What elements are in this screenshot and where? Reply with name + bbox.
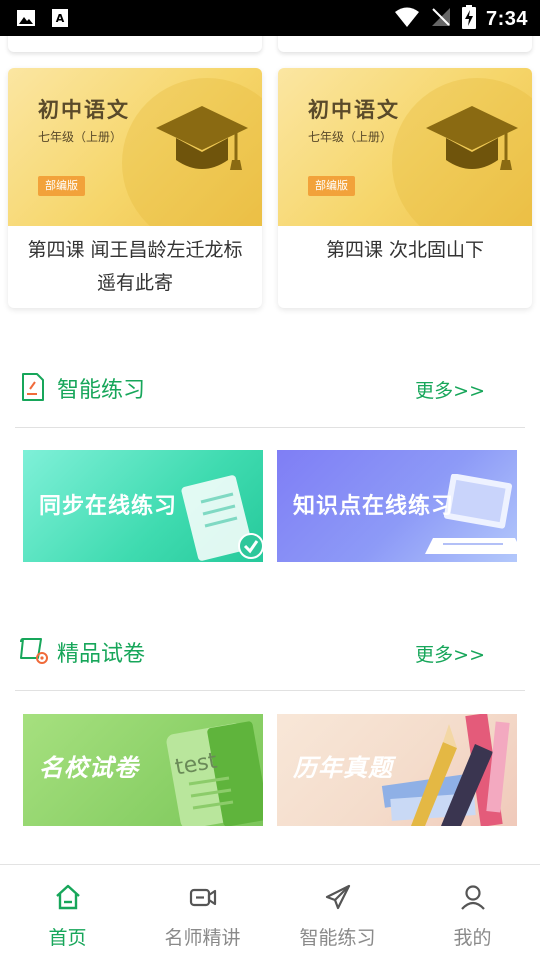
course-card[interactable]: 初中语文 七年级（上册） 部编版 第四课 次北固山下 bbox=[278, 68, 532, 308]
home-content[interactable]: 初中语文 七年级（上册） 部编版 第四课 闻王昌龄左迁龙标遥有此寄 初中语文 七… bbox=[0, 36, 540, 864]
gallery-notification-icon bbox=[16, 8, 36, 32]
knowledge-practice-banner[interactable]: 知识点在线练习 bbox=[277, 450, 517, 562]
battery-charging-icon bbox=[461, 5, 476, 33]
course-grade: 七年级（上册） bbox=[38, 130, 123, 144]
section-divider bbox=[15, 690, 525, 691]
svg-text:A: A bbox=[56, 12, 65, 25]
nav-label: 首页 bbox=[48, 927, 87, 949]
course-cover: 初中语文 七年级（上册） 部编版 bbox=[8, 68, 262, 226]
edition-badge: 部编版 bbox=[38, 176, 85, 196]
sync-practice-banner[interactable]: 同步在线练习 bbox=[23, 450, 263, 562]
practice-doc-icon bbox=[20, 372, 46, 406]
bottom-navigation: 首页 名师精讲 智能练习 我的 bbox=[0, 864, 540, 960]
wifi-icon bbox=[394, 6, 420, 32]
banner-label: 知识点在线练习 bbox=[293, 494, 455, 519]
section-title: 精品试卷 bbox=[57, 642, 146, 667]
status-bar: A 7:34 bbox=[0, 0, 540, 36]
course-title: 第四课 闻王昌龄左迁龙标遥有此寄 bbox=[27, 239, 243, 294]
course-grade: 七年级（上册） bbox=[308, 130, 393, 144]
banner-label: 历年真题 bbox=[293, 754, 393, 782]
edition-badge: 部编版 bbox=[308, 176, 355, 196]
video-camera-icon bbox=[189, 883, 217, 911]
nav-label: 名师精讲 bbox=[164, 927, 241, 949]
graduation-cap-icon bbox=[154, 102, 250, 186]
course-subject: 初中语文 bbox=[308, 98, 400, 122]
previous-course-card[interactable] bbox=[8, 36, 262, 52]
course-card[interactable]: 初中语文 七年级（上册） 部编版 第四课 闻王昌龄左迁龙标遥有此寄 bbox=[8, 68, 262, 308]
paper-plane-icon bbox=[324, 883, 352, 911]
books-pencils-illustration-icon bbox=[381, 714, 510, 826]
course-subject: 初中语文 bbox=[38, 98, 130, 122]
home-icon bbox=[54, 883, 82, 911]
nav-label: 智能练习 bbox=[299, 927, 376, 949]
nav-label: 我的 bbox=[453, 927, 492, 949]
section-divider bbox=[15, 427, 525, 428]
past-exams-banner[interactable]: 历年真题 bbox=[277, 714, 517, 826]
exam-paper-icon bbox=[20, 636, 52, 670]
practice-section-header: 智能练习 更多>> bbox=[0, 358, 540, 418]
course-title: 第四课 次北固山下 bbox=[325, 239, 485, 261]
exam-section-header: 精品试卷 更多>> bbox=[0, 622, 540, 682]
famous-school-exam-banner[interactable]: test 名校试卷 bbox=[23, 714, 263, 826]
clock: 7:34 bbox=[485, 7, 528, 30]
nav-home[interactable]: 首页 bbox=[0, 865, 135, 960]
font-notification-icon: A bbox=[50, 8, 70, 32]
nav-profile[interactable]: 我的 bbox=[405, 865, 540, 960]
banner-label: 同步在线练习 bbox=[39, 494, 178, 519]
graduation-cap-icon bbox=[424, 102, 520, 186]
previous-course-card[interactable] bbox=[278, 36, 532, 52]
user-icon bbox=[459, 883, 487, 911]
signal-off-icon bbox=[430, 6, 452, 32]
nav-famous-teacher[interactable]: 名师精讲 bbox=[135, 865, 270, 960]
course-cover: 初中语文 七年级（上册） 部编版 bbox=[278, 68, 532, 226]
nav-smart-practice[interactable]: 智能练习 bbox=[270, 865, 405, 960]
paper-illustration-icon bbox=[181, 475, 263, 561]
more-link[interactable]: 更多>> bbox=[415, 640, 485, 667]
more-link[interactable]: 更多>> bbox=[415, 376, 485, 403]
section-title: 智能练习 bbox=[57, 378, 146, 403]
banner-label: 名校试卷 bbox=[39, 754, 139, 782]
